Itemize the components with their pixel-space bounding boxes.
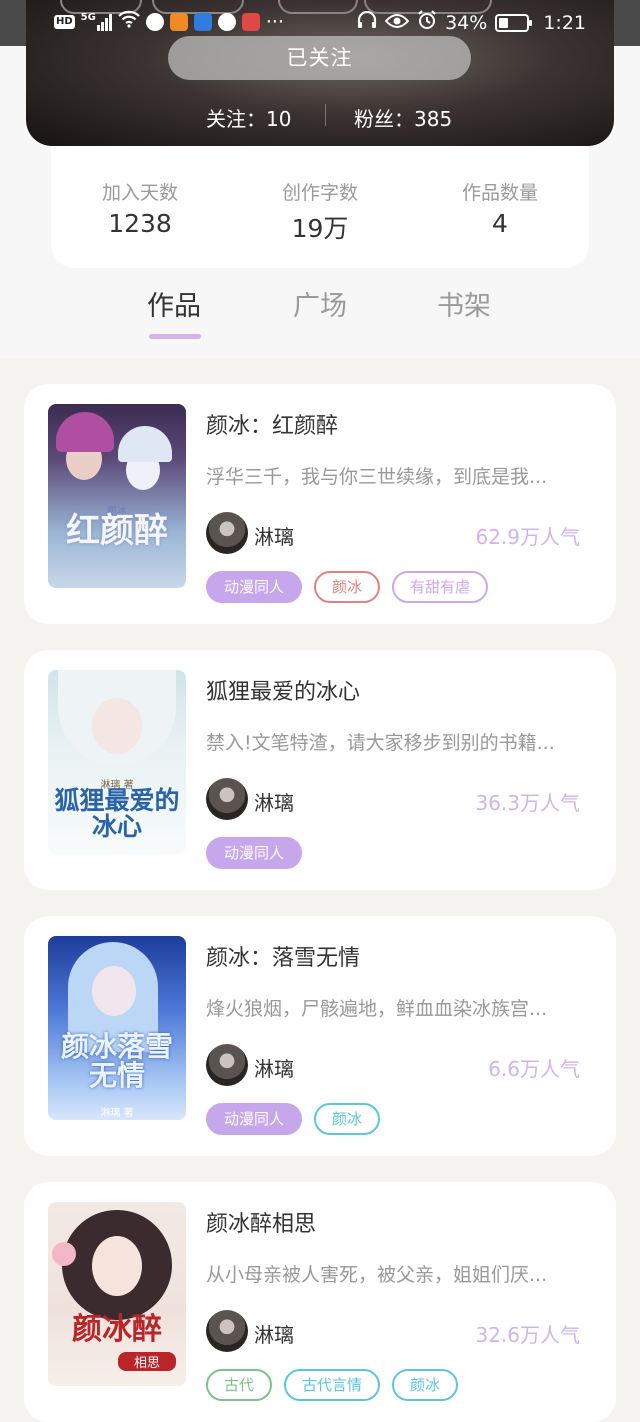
hd-indicator: HD bbox=[54, 14, 75, 29]
popularity-count: 6.6万人气 bbox=[488, 1057, 580, 1081]
more-notifications-icon: ··· bbox=[265, 10, 284, 33]
network-type: 5G bbox=[80, 11, 96, 23]
tab-label: 广场 bbox=[293, 291, 347, 322]
tag-chip[interactable]: 动漫同人 bbox=[206, 571, 303, 603]
book-title[interactable]: 颜冰：落雪无情 bbox=[206, 940, 360, 972]
fans-value: 385 bbox=[414, 107, 453, 131]
book-card[interactable]: 淋璃 著 狐狸最爱的冰心 狐狸最爱的冰心 禁入!文笔特渣，请大家移步到别的书籍.… bbox=[24, 650, 616, 890]
book-title[interactable]: 颜冰：红颜醉 bbox=[206, 408, 338, 440]
tag-chip[interactable]: 动漫同人 bbox=[206, 1103, 303, 1135]
tab-active-indicator bbox=[149, 334, 201, 339]
author-name[interactable]: 淋璃 bbox=[254, 521, 294, 550]
tab-bookshelf[interactable]: 书架 bbox=[414, 284, 514, 323]
clock: 1:21 bbox=[543, 11, 586, 34]
following-label: 关注： bbox=[206, 107, 266, 131]
book-description: 从小母亲被人害死，被父亲，姐姐们厌... bbox=[206, 1264, 548, 1286]
tag-chip[interactable]: 颜冰 bbox=[392, 1369, 459, 1401]
book-tags: 动漫同人 bbox=[206, 837, 303, 869]
tab-plaza[interactable]: 广场 bbox=[270, 284, 370, 323]
wifi-icon bbox=[118, 10, 140, 33]
cover-title: 颜冰醉 bbox=[72, 1312, 162, 1347]
author-name[interactable]: 淋璃 bbox=[254, 787, 294, 816]
author-avatar[interactable] bbox=[206, 1310, 248, 1352]
popularity-count: 62.9万人气 bbox=[475, 525, 580, 549]
book-description: 禁入!文笔特渣，请大家移步到别的书籍... bbox=[206, 732, 555, 754]
fans-label: 粉丝： bbox=[354, 107, 414, 131]
stat-label: 作品数量 bbox=[461, 182, 538, 204]
stat-works-count: 作品数量 4 bbox=[430, 178, 570, 238]
tab-works[interactable]: 作品 bbox=[124, 284, 224, 339]
author-stats-card: 加入天数 1238 创作字数 19万 作品数量 4 bbox=[51, 146, 589, 268]
stat-label: 加入天数 bbox=[101, 182, 178, 204]
followed-button[interactable]: 已关注 bbox=[168, 36, 471, 80]
divider bbox=[325, 104, 326, 126]
popularity-count: 32.6万人气 bbox=[475, 1323, 580, 1347]
book-tags: 古代 古代言情 颜冰 bbox=[206, 1369, 459, 1401]
book-cover[interactable]: 颜冰醉 相思 bbox=[48, 1202, 186, 1386]
book-tags: 动漫同人 颜冰 bbox=[206, 1103, 381, 1135]
book-cover[interactable]: 淋璃 著 狐狸最爱的冰心 bbox=[48, 670, 186, 854]
book-title[interactable]: 颜冰醉相思 bbox=[206, 1206, 316, 1238]
cover-title: 颜冰落雪无情 bbox=[60, 1030, 173, 1093]
video-app-icon bbox=[169, 12, 188, 31]
signal-icon: 5G bbox=[80, 11, 112, 31]
book-card[interactable]: 颜冰 红颜醉 颜冰：红颜醉 浮华三千，我与你三世续缘，到底是我... 淋璃 62… bbox=[24, 384, 616, 624]
following-value: 10 bbox=[266, 107, 292, 131]
book-tags: 动漫同人 颜冰 有甜有虐 bbox=[206, 571, 489, 603]
follow-stats: 关注：10 粉丝：385 bbox=[26, 100, 614, 132]
battery-percent: 34% bbox=[445, 11, 488, 34]
cover-title: 红颜醉 bbox=[66, 511, 168, 551]
stat-label: 创作字数 bbox=[281, 182, 358, 204]
cover-subtitle: 相思 bbox=[118, 1352, 176, 1371]
author-avatar[interactable] bbox=[206, 1044, 248, 1086]
book-cover[interactable]: 颜冰落雪无情 淋璃 著 bbox=[48, 936, 186, 1120]
tag-chip[interactable]: 动漫同人 bbox=[206, 837, 303, 869]
alarm-icon bbox=[417, 10, 437, 35]
stat-value: 19万 bbox=[291, 214, 349, 243]
book-description: 浮华三千，我与你三世续缘，到底是我... bbox=[206, 466, 548, 488]
cover-subtitle: 淋璃 著 bbox=[100, 1108, 134, 1119]
tag-chip[interactable]: 古代言情 bbox=[284, 1369, 381, 1401]
profile-tabs: 作品 广场 书架 bbox=[0, 284, 640, 344]
book-cover[interactable]: 颜冰 红颜醉 bbox=[48, 404, 186, 588]
stat-words-written: 创作字数 19万 bbox=[250, 178, 390, 245]
tab-label: 书架 bbox=[437, 291, 491, 322]
popularity-count: 36.3万人气 bbox=[475, 791, 580, 815]
book-description: 烽火狼烟，尸骸遍地，鲜血血染冰族宫... bbox=[206, 998, 548, 1020]
tag-chip[interactable]: 颜冰 bbox=[314, 1103, 381, 1135]
app-notification-icon bbox=[145, 12, 164, 31]
tag-chip[interactable]: 古代 bbox=[206, 1369, 273, 1401]
huawei-app-icon bbox=[241, 12, 260, 31]
tag-chip[interactable]: 有甜有虐 bbox=[392, 571, 489, 603]
stat-value: 1238 bbox=[108, 209, 172, 238]
author-name[interactable]: 淋璃 bbox=[254, 1319, 294, 1348]
book-title[interactable]: 狐狸最爱的冰心 bbox=[206, 674, 360, 706]
bulb-app-icon bbox=[193, 12, 212, 31]
author-name[interactable]: 淋璃 bbox=[254, 1053, 294, 1082]
tab-label: 作品 bbox=[147, 291, 201, 322]
following-count[interactable]: 关注：10 bbox=[206, 103, 291, 132]
book-card[interactable]: 颜冰落雪无情 淋璃 著 颜冰：落雪无情 烽火狼烟，尸骸遍地，鲜血血染冰族宫...… bbox=[24, 916, 616, 1156]
fans-count[interactable]: 粉丝：385 bbox=[354, 103, 452, 132]
tag-chip[interactable]: 颜冰 bbox=[314, 571, 381, 603]
stat-days-joined: 加入天数 1238 bbox=[70, 178, 210, 238]
author-avatar[interactable] bbox=[206, 512, 248, 554]
book-card[interactable]: 颜冰醉 相思 颜冰醉相思 从小母亲被人害死，被父亲，姐姐们厌... 淋璃 32.… bbox=[24, 1182, 616, 1422]
cover-title: 狐狸最爱的冰心 bbox=[54, 786, 180, 842]
stat-value: 4 bbox=[492, 209, 508, 238]
eye-comfort-icon bbox=[384, 12, 410, 34]
headphones-icon bbox=[357, 10, 377, 34]
message-icon bbox=[217, 12, 236, 31]
author-avatar[interactable] bbox=[206, 778, 248, 820]
battery-icon bbox=[495, 13, 533, 32]
battery-level bbox=[499, 17, 509, 28]
